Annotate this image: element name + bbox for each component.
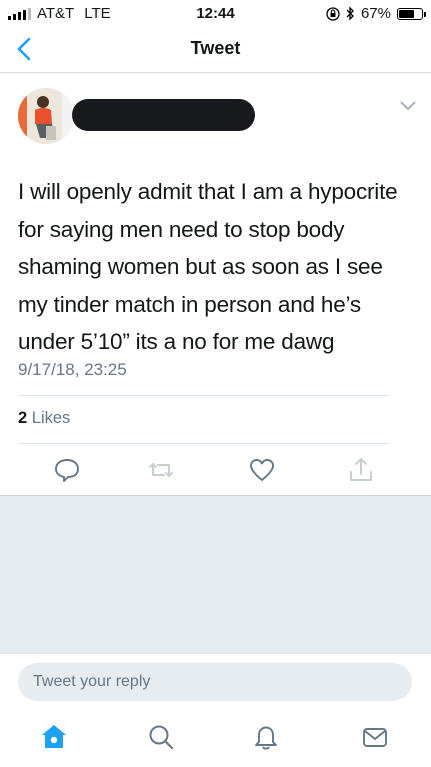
replies-area xyxy=(0,495,431,653)
retweet-icon[interactable] xyxy=(147,456,175,484)
bluetooth-icon xyxy=(346,6,354,21)
likes-number: 2 xyxy=(18,409,28,427)
avatar[interactable] xyxy=(18,88,74,144)
reply-input[interactable] xyxy=(18,663,412,701)
divider xyxy=(18,443,389,444)
search-icon[interactable] xyxy=(146,722,176,752)
username-redaction xyxy=(72,99,255,131)
tweet-timestamp: 9/17/18, 23:25 xyxy=(18,360,127,379)
heart-icon[interactable] xyxy=(248,456,276,484)
status-bar: AT&T LTE 12:44 67% xyxy=(0,0,431,28)
share-icon[interactable] xyxy=(347,456,375,484)
chevron-down-icon[interactable] xyxy=(399,99,417,111)
likes-count[interactable]: 2 Likes xyxy=(18,409,70,428)
status-right: 67% xyxy=(326,5,426,22)
rotation-lock-icon xyxy=(326,6,340,21)
bell-icon[interactable] xyxy=(251,722,281,752)
page-title: Tweet xyxy=(190,38,241,58)
divider xyxy=(18,395,389,396)
battery-icon xyxy=(397,7,426,20)
nav-header: Tweet xyxy=(0,28,431,73)
reply-icon[interactable] xyxy=(53,456,81,484)
envelope-icon[interactable] xyxy=(360,722,390,752)
reply-bar xyxy=(0,653,431,708)
home-icon[interactable] xyxy=(39,722,69,752)
tweet-text: I will openly admit that I am a hypocrit… xyxy=(18,179,398,354)
tweet-detail: I will openly admit that I am a hypocrit… xyxy=(0,73,431,495)
likes-label: Likes xyxy=(31,409,71,427)
tab-bar xyxy=(0,708,431,767)
battery-percent: 67% xyxy=(360,5,391,22)
